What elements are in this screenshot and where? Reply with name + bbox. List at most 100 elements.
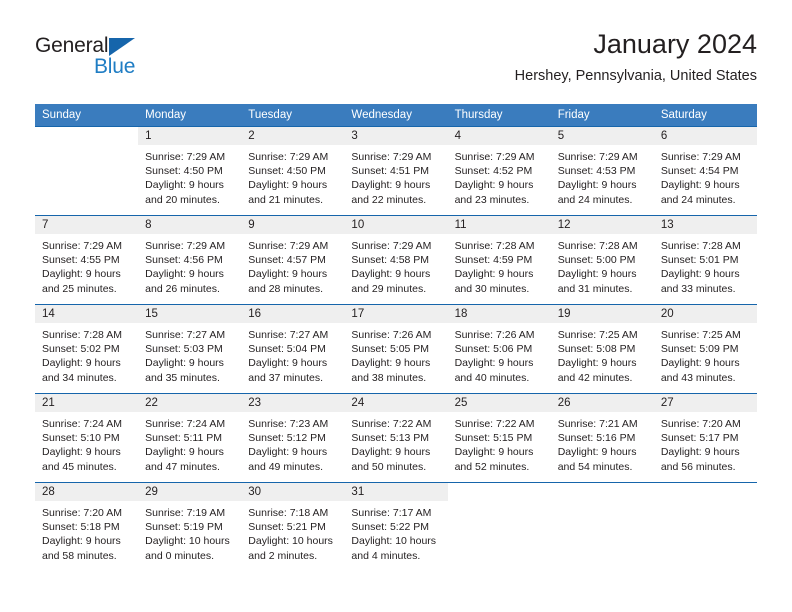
sunset-text: Sunset: 4:50 PM [248, 165, 326, 178]
calendar-day-cell[interactable]: 9 Sunrise: 7:29 AM Sunset: 4:57 PM Daylight… [241, 215, 345, 305]
daylight-text-line2: and 49 minutes. [248, 460, 323, 473]
daylight-text-line2: and 30 minutes. [454, 282, 530, 295]
weekday-header-sunday: Sunday [35, 104, 139, 127]
daylight-text-line1: Daylight: 9 hours [145, 179, 224, 192]
sunset-text: Sunset: 5:16 PM [557, 432, 636, 445]
daylight-text-line1: Daylight: 10 hours [351, 535, 437, 548]
calendar-day-cell[interactable]: 8 Sunrise: 7:29 AM Sunset: 4:56 PM Daylight… [138, 215, 242, 305]
calendar-day-cell[interactable]: 18 Sunrise: 7:26 AM Sunset: 5:06 PM Dayligh… [447, 304, 551, 394]
sunrise-text: Sunrise: 7:23 AM [248, 418, 329, 430]
page-title: January 2024 [593, 29, 757, 59]
calendar-day-cell[interactable]: 19 Sunrise: 7:25 AM Sunset: 5:08 PM Dayligh… [550, 304, 654, 394]
day-details: Sunrise: 7:19 AM Sunset: 5:19 PM Daylight:… [138, 501, 241, 563]
sunrise-text: Sunrise: 7:28 AM [454, 240, 535, 252]
sunrise-text: Sunrise: 7:28 AM [42, 329, 122, 341]
daylight-text-line2: and 58 minutes. [42, 549, 117, 562]
calendar-day-cell[interactable]: 4 Sunrise: 7:29 AM Sunset: 4:52 PM Daylight… [447, 126, 551, 216]
calendar-day-cell[interactable]: 17 Sunrise: 7:26 AM Sunset: 5:05 PM Dayligh… [344, 304, 448, 394]
calendar-day-cell[interactable]: 13 Sunrise: 7:28 AM Sunset: 5:01 PM Dayligh… [653, 215, 757, 305]
day-number [653, 483, 757, 501]
calendar-day-cell[interactable]: 31 Sunrise: 7:17 AM Sunset: 5:22 PM Dayligh… [344, 482, 448, 571]
calendar-day-cell[interactable]: 20 Sunrise: 7:25 AM Sunset: 5:09 PM Dayligh… [653, 304, 757, 394]
day-number: 3 [344, 127, 448, 145]
sunset-text: Sunset: 5:17 PM [660, 432, 739, 445]
calendar-day-cell[interactable]: 23 Sunrise: 7:23 AM Sunset: 5:12 PM Dayligh… [241, 393, 345, 483]
calendar-day-cell[interactable]: 25 Sunrise: 7:22 AM Sunset: 5:15 PM Dayligh… [447, 393, 551, 483]
sunset-text: Sunset: 5:00 PM [557, 254, 636, 267]
calendar-day-cell[interactable]: 16 Sunrise: 7:27 AM Sunset: 5:04 PM Dayligh… [241, 304, 345, 394]
calendar-week-row: 14 Sunrise: 7:28 AM Sunset: 5:02 PM Dayligh… [35, 304, 757, 394]
day-number: 25 [447, 394, 551, 412]
calendar-day-cell[interactable]: 7 Sunrise: 7:29 AM Sunset: 4:55 PM Daylight… [35, 215, 139, 305]
sunset-text: Sunset: 4:59 PM [454, 254, 533, 267]
daylight-text-line1: Daylight: 9 hours [145, 446, 224, 459]
sunrise-text: Sunrise: 7:20 AM [660, 418, 741, 430]
day-details: Sunrise: 7:21 AM Sunset: 5:16 PM Daylight:… [551, 412, 654, 474]
daylight-text-line1: Daylight: 9 hours [351, 268, 431, 281]
sunset-text: Sunset: 4:53 PM [557, 165, 636, 178]
daylight-text-line1: Daylight: 9 hours [557, 357, 637, 370]
daylight-text-line2: and 35 minutes. [145, 371, 220, 384]
sunrise-text: Sunrise: 7:29 AM [248, 151, 329, 163]
calendar-day-cell[interactable]: 14 Sunrise: 7:28 AM Sunset: 5:02 PM Dayligh… [35, 304, 139, 394]
day-details: Sunrise: 7:29 AM Sunset: 4:55 PM Daylight:… [35, 234, 138, 296]
brand-logo[interactable]: General Blue [35, 34, 235, 84]
calendar-day-cell[interactable]: 11 Sunrise: 7:28 AM Sunset: 4:59 PM Dayligh… [447, 215, 551, 305]
calendar-day-cell[interactable]: 26 Sunrise: 7:21 AM Sunset: 5:16 PM Dayligh… [550, 393, 654, 483]
daylight-text-line1: Daylight: 10 hours [248, 535, 333, 548]
calendar-day-cell-empty [550, 482, 654, 571]
daylight-text-line1: Daylight: 9 hours [248, 179, 328, 192]
sunrise-text: Sunrise: 7:29 AM [145, 240, 226, 252]
calendar-day-cell[interactable]: 29 Sunrise: 7:19 AM Sunset: 5:19 PM Dayligh… [138, 482, 242, 571]
day-number: 24 [344, 394, 448, 412]
day-number: 21 [35, 394, 139, 412]
calendar-day-cell[interactable]: 10 Sunrise: 7:29 AM Sunset: 4:58 PM Dayligh… [344, 215, 448, 305]
sunset-text: Sunset: 4:52 PM [454, 165, 533, 178]
daylight-text-line1: Daylight: 9 hours [42, 535, 121, 548]
day-details: Sunrise: 7:27 AM Sunset: 5:04 PM Daylight:… [241, 323, 344, 385]
day-number [447, 483, 551, 501]
day-details: Sunrise: 7:23 AM Sunset: 5:12 PM Daylight:… [241, 412, 344, 474]
sunrise-text: Sunrise: 7:24 AM [145, 418, 226, 430]
calendar-day-cell[interactable]: 5 Sunrise: 7:29 AM Sunset: 4:53 PM Daylight… [550, 126, 654, 216]
sunrise-text: Sunrise: 7:20 AM [42, 507, 122, 519]
calendar-day-cell[interactable]: 21 Sunrise: 7:24 AM Sunset: 5:10 PM Dayligh… [35, 393, 139, 483]
calendar-day-cell[interactable]: 1 Sunrise: 7:29 AM Sunset: 4:50 PM Daylight… [138, 126, 242, 216]
sunrise-text: Sunrise: 7:29 AM [557, 151, 638, 163]
day-number: 5 [550, 127, 654, 145]
daylight-text-line2: and 34 minutes. [42, 371, 117, 384]
calendar-day-cell[interactable]: 22 Sunrise: 7:24 AM Sunset: 5:11 PM Dayligh… [138, 393, 242, 483]
day-number: 30 [241, 483, 345, 501]
calendar-day-cell[interactable]: 12 Sunrise: 7:28 AM Sunset: 5:00 PM Dayligh… [550, 215, 654, 305]
sunset-text: Sunset: 5:13 PM [351, 432, 430, 445]
daylight-text-line2: and 23 minutes. [454, 193, 530, 206]
calendar-week-row: 7 Sunrise: 7:29 AM Sunset: 4:55 PM Daylight… [35, 215, 757, 305]
calendar-day-cell[interactable]: 6 Sunrise: 7:29 AM Sunset: 4:54 PM Daylight… [653, 126, 757, 216]
calendar-day-cell[interactable]: 27 Sunrise: 7:20 AM Sunset: 5:17 PM Dayligh… [653, 393, 757, 483]
daylight-text-line1: Daylight: 9 hours [557, 268, 637, 281]
daylight-text-line1: Daylight: 9 hours [557, 446, 637, 459]
calendar-day-cell[interactable]: 2 Sunrise: 7:29 AM Sunset: 4:50 PM Daylight… [241, 126, 345, 216]
calendar-table: Sunday Monday Tuesday Wednesday Thursday… [35, 104, 757, 571]
calendar-day-cell[interactable]: 30 Sunrise: 7:18 AM Sunset: 5:21 PM Dayligh… [241, 482, 345, 571]
daylight-text-line2: and 54 minutes. [557, 460, 633, 473]
daylight-text-line1: Daylight: 9 hours [454, 446, 534, 459]
day-number: 22 [138, 394, 242, 412]
day-number: 13 [653, 216, 757, 234]
day-details: Sunrise: 7:24 AM Sunset: 5:11 PM Daylight:… [138, 412, 241, 474]
daylight-text-line2: and 56 minutes. [660, 460, 736, 473]
daylight-text-line2: and 26 minutes. [145, 282, 220, 295]
daylight-text-line1: Daylight: 9 hours [351, 446, 431, 459]
day-details: Sunrise: 7:28 AM Sunset: 5:02 PM Daylight:… [35, 323, 138, 385]
sunset-text: Sunset: 5:19 PM [145, 521, 223, 534]
calendar-day-cell[interactable]: 15 Sunrise: 7:27 AM Sunset: 5:03 PM Dayligh… [138, 304, 242, 394]
sunset-text: Sunset: 4:51 PM [351, 165, 430, 178]
calendar-day-cell[interactable]: 24 Sunrise: 7:22 AM Sunset: 5:13 PM Dayligh… [344, 393, 448, 483]
day-details: Sunrise: 7:29 AM Sunset: 4:50 PM Daylight:… [138, 145, 241, 207]
day-details: Sunrise: 7:22 AM Sunset: 5:15 PM Daylight:… [448, 412, 551, 474]
page-subtitle: Hershey, Pennsylvania, United States [514, 68, 757, 84]
calendar-day-cell[interactable]: 28 Sunrise: 7:20 AM Sunset: 5:18 PM Dayligh… [35, 482, 139, 571]
calendar-day-cell[interactable]: 3 Sunrise: 7:29 AM Sunset: 4:51 PM Daylight… [344, 126, 448, 216]
sunset-text: Sunset: 5:01 PM [660, 254, 739, 267]
sunrise-text: Sunrise: 7:28 AM [557, 240, 638, 252]
